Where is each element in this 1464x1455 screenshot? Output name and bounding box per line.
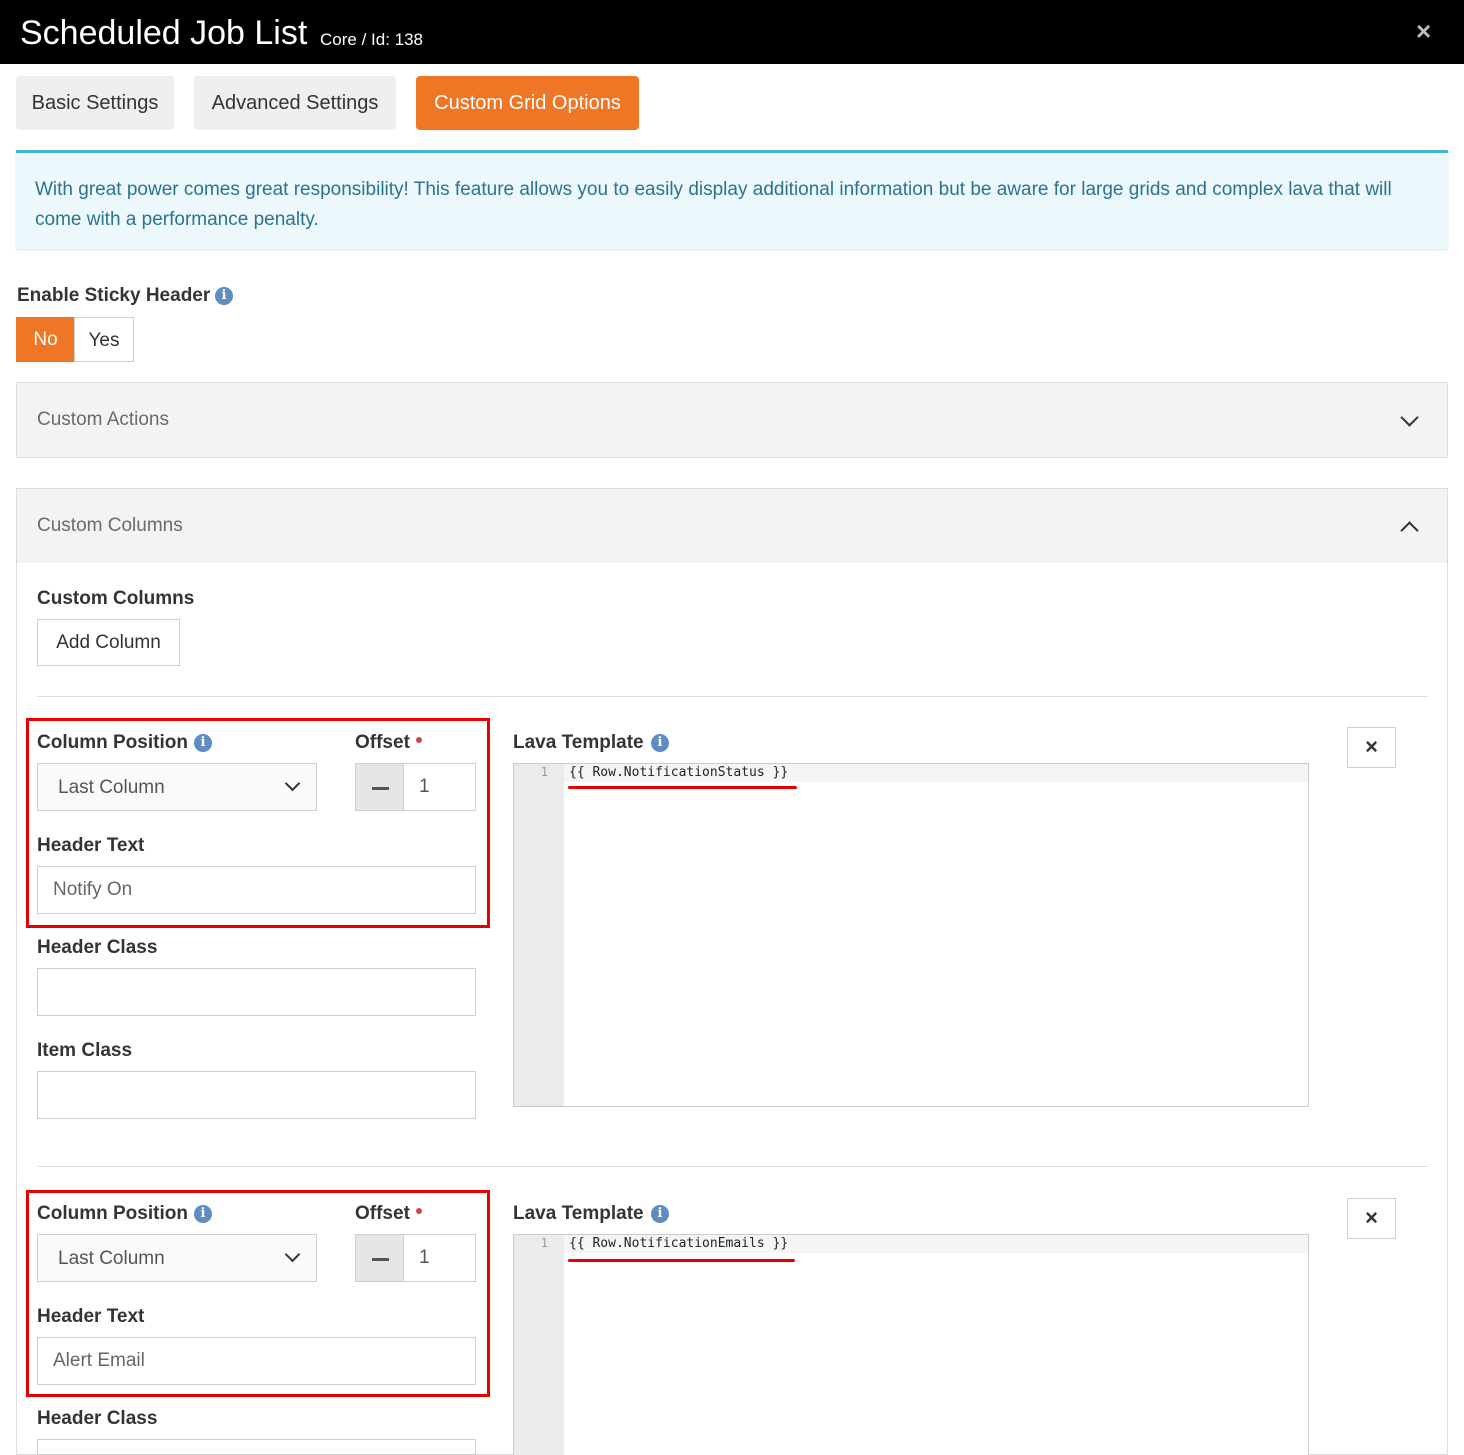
column-position-label: Column Position [37,1203,188,1224]
lava-code[interactable]: {{ Row.NotificationEmails }} [569,1236,788,1251]
info-icon[interactable]: i [651,1205,669,1223]
close-icon[interactable]: × [1416,16,1431,47]
offset-label: Offset [355,732,410,753]
alert-text: With great power comes great responsibil… [35,179,1392,230]
chevron-down-icon [284,775,301,792]
remove-column-button[interactable]: × [1347,727,1396,768]
tab-advanced-settings[interactable]: Advanced Settings [194,76,396,130]
custom-columns-title: Custom Columns [37,515,183,536]
item-class-input[interactable] [37,1071,476,1119]
editor-gutter [514,764,564,1106]
lava-template-label: Lava Template [513,1203,644,1224]
modal-title-bar: Scheduled Job List Core / Id: 138 × [0,0,1464,64]
info-icon[interactable]: i [194,1205,212,1223]
info-alert: With great power comes great responsibil… [16,150,1448,249]
column-position-value: Last Column [58,777,165,798]
header-text-label: Header Text [37,835,145,856]
info-icon[interactable]: i [215,287,233,305]
modal-title: Scheduled Job List [20,14,308,52]
required-indicator [416,737,422,743]
header-text-label: Header Text [37,1306,145,1327]
custom-actions-title: Custom Actions [37,409,169,430]
remove-column-button[interactable]: × [1347,1198,1396,1239]
minus-icon [372,787,389,790]
offset-input[interactable]: 1 [403,1234,476,1282]
header-class-label: Header Class [37,937,158,958]
red-underline [568,1259,795,1262]
divider [37,1166,1428,1167]
tab-basic-settings[interactable]: Basic Settings [16,76,174,130]
tab-custom-grid-options[interactable]: Custom Grid Options [416,76,639,130]
chevron-down-icon[interactable] [1400,408,1419,427]
divider [37,696,1428,697]
lava-template-editor[interactable]: 1 {{ Row.NotificationEmails }} [513,1234,1309,1455]
column-position-select[interactable]: Last Column [37,763,317,811]
add-column-button[interactable]: Add Column [37,619,180,666]
chevron-down-icon [284,1246,301,1263]
custom-columns-panel-heading[interactable]: Custom Columns [17,489,1447,563]
info-icon[interactable]: i [194,734,212,752]
red-underline [568,786,797,789]
header-text-input[interactable]: Alert Email [37,1337,476,1385]
modal-subtitle: Core / Id: 138 [320,30,424,49]
column-position-value: Last Column [58,1248,165,1269]
custom-columns-section-label: Custom Columns [37,588,195,609]
lava-code[interactable]: {{ Row.NotificationStatus }} [569,765,788,780]
required-indicator [416,1208,422,1214]
offset-label: Offset [355,1203,410,1224]
line-number: 1 [540,1236,548,1250]
header-text-input[interactable]: Notify On [37,866,476,914]
info-icon[interactable]: i [651,734,669,752]
sticky-header-yes-button[interactable]: Yes [74,317,134,362]
header-class-label: Header Class [37,1408,158,1429]
custom-actions-panel[interactable]: Custom Actions [16,382,1448,458]
column-position-select[interactable]: Last Column [37,1234,317,1282]
sticky-header-label: Enable Sticky Header [17,285,211,306]
line-number: 1 [540,765,548,779]
offset-decrement-button[interactable] [355,763,404,811]
editor-gutter [514,1235,564,1455]
minus-icon [372,1258,389,1261]
offset-decrement-button[interactable] [355,1234,404,1282]
sticky-header-no-button[interactable]: No [16,317,75,362]
lava-template-editor[interactable]: 1 {{ Row.NotificationStatus }} [513,763,1309,1107]
lava-template-label: Lava Template [513,732,644,753]
offset-input[interactable]: 1 [403,763,476,811]
header-class-input[interactable] [37,968,476,1016]
item-class-label: Item Class [37,1040,133,1061]
column-position-label: Column Position [37,732,188,753]
chevron-up-icon[interactable] [1400,521,1419,540]
header-class-input[interactable] [37,1439,476,1455]
